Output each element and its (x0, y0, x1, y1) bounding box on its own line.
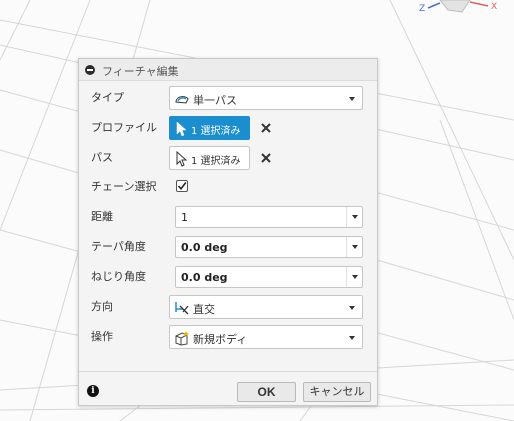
operation-label: 操作 (91, 330, 113, 343)
input-divider (346, 237, 347, 257)
dialog-footer: i OK キャンセル (79, 371, 377, 405)
type-label: タイプ (91, 91, 124, 104)
collapse-icon[interactable] (85, 65, 95, 75)
distance-value: 1 (181, 211, 188, 224)
orientation-label: 方向 (91, 300, 113, 313)
chevron-down-icon[interactable] (352, 275, 358, 279)
taper-angle-input[interactable]: 0.0 deg (175, 236, 363, 258)
chevron-down-icon[interactable] (352, 245, 358, 249)
viewcube-face[interactable] (439, 0, 471, 13)
profile-value: 1 選択済み (191, 126, 241, 137)
chevron-down-icon (349, 97, 355, 101)
twist-angle-input[interactable]: 0.0 deg (175, 266, 363, 288)
type-value: 単一パス (193, 94, 237, 107)
type-dropdown[interactable]: 単一パス (169, 86, 363, 110)
distance-input[interactable]: 1 (175, 206, 363, 228)
orientation-value: 直交 (193, 303, 215, 316)
checkmark-icon (177, 182, 187, 191)
profile-select-button[interactable]: 1 選択済み (169, 116, 250, 140)
twist-angle-label: ねじり角度 (91, 270, 146, 283)
clear-path-icon[interactable] (259, 151, 273, 165)
edit-feature-dialog: フィーチャ編集 タイプ 単一パス プロファイル 1 選択済み パス 1 選択済み… (78, 58, 378, 406)
chevron-down-icon[interactable] (352, 215, 358, 219)
path-select-button[interactable]: 1 選択済み (169, 146, 250, 170)
operation-dropdown[interactable]: 新規ボディ (169, 325, 363, 349)
dialog-title: フィーチャ編集 (102, 65, 179, 78)
distance-label: 距離 (91, 210, 113, 223)
ok-button[interactable]: OK (237, 382, 296, 402)
taper-angle-value: 0.0 deg (181, 241, 228, 254)
x-axis-label: X (491, 2, 497, 12)
clear-profile-icon[interactable] (259, 121, 273, 135)
chain-select-label: チェーン選択 (91, 180, 157, 193)
viewcube[interactable]: Z X (410, 0, 514, 16)
input-divider (346, 207, 347, 227)
info-icon[interactable]: i (87, 385, 99, 397)
chevron-down-icon (349, 306, 355, 310)
select-arrow-icon (176, 121, 187, 137)
chevron-down-icon (349, 336, 355, 340)
orientation-dropdown[interactable]: 直交 (169, 295, 363, 319)
dialog-titlebar[interactable]: フィーチャ編集 (79, 59, 377, 81)
z-axis-label: Z (419, 4, 425, 14)
x-axis-line (469, 1, 489, 7)
operation-value: 新規ボディ (193, 333, 248, 346)
input-divider (346, 267, 347, 287)
perpendicular-icon (175, 302, 189, 315)
path-value: 1 選択済み (191, 156, 241, 167)
single-path-icon (175, 96, 189, 104)
twist-angle-value: 0.0 deg (181, 271, 228, 284)
cancel-button[interactable]: キャンセル (303, 382, 371, 402)
path-label: パス (91, 151, 113, 164)
select-arrow-icon (176, 151, 187, 167)
new-body-icon (175, 331, 189, 346)
z-axis-line (427, 2, 441, 9)
chain-select-checkbox[interactable] (176, 180, 188, 192)
taper-angle-label: テーパ角度 (91, 240, 146, 253)
profile-label: プロファイル (91, 121, 157, 134)
